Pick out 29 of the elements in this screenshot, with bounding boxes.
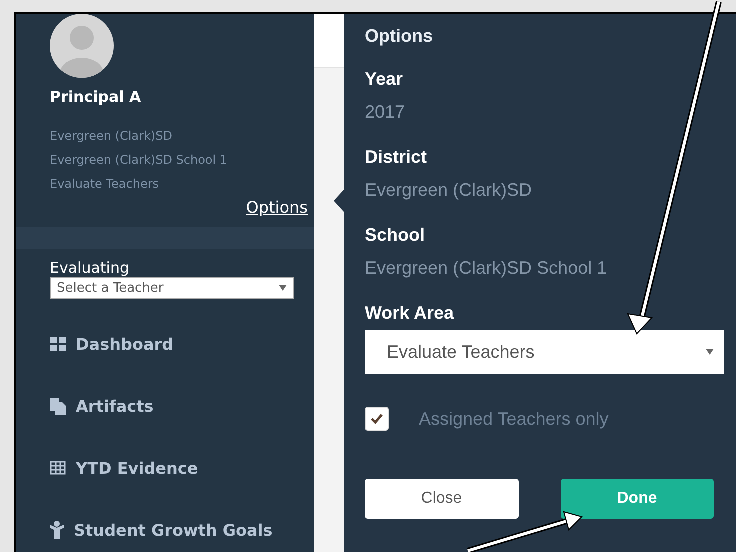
context-line: Evergreen (Clark)SD	[50, 128, 174, 145]
nav-item[interactable]: Dashboard	[50, 333, 314, 355]
evaluating-label: Evaluating	[50, 259, 130, 277]
field-value: Evergreen (Clark)SD School 1	[365, 258, 608, 279]
field-label: District	[365, 147, 428, 168]
checkbox[interactable]	[365, 407, 389, 431]
table-icon	[50, 461, 66, 475]
field-label: School	[365, 225, 426, 246]
popover-title: Options	[365, 26, 434, 47]
documents-icon	[50, 398, 66, 414]
nav-item[interactable]: Artifacts	[50, 395, 314, 417]
caret-icon	[279, 285, 287, 291]
checkbox-label: Assigned Teachers only	[419, 408, 609, 430]
field-label: Work Area	[365, 303, 456, 324]
check-icon	[370, 413, 384, 425]
close-button[interactable]: Close	[365, 479, 518, 519]
grid-icon	[50, 337, 66, 351]
nav-item[interactable]: YTD Evidence	[50, 457, 314, 479]
field-value: 2017	[365, 102, 406, 123]
teacher-select[interactable]: Select a Teacher	[50, 277, 294, 299]
options-link[interactable]: Options	[246, 198, 308, 217]
caret-icon	[706, 349, 714, 355]
field-label: Year	[365, 69, 404, 90]
field-value: Evergreen (Clark)SD	[365, 180, 534, 201]
nav-item[interactable]: Student Growth Goals	[50, 519, 314, 541]
user-name: Principal A	[50, 88, 142, 106]
context-line: Evergreen (Clark)SD School 1	[50, 152, 229, 169]
context-line: Evaluate Teachers	[50, 176, 160, 193]
person-icon	[50, 521, 64, 539]
